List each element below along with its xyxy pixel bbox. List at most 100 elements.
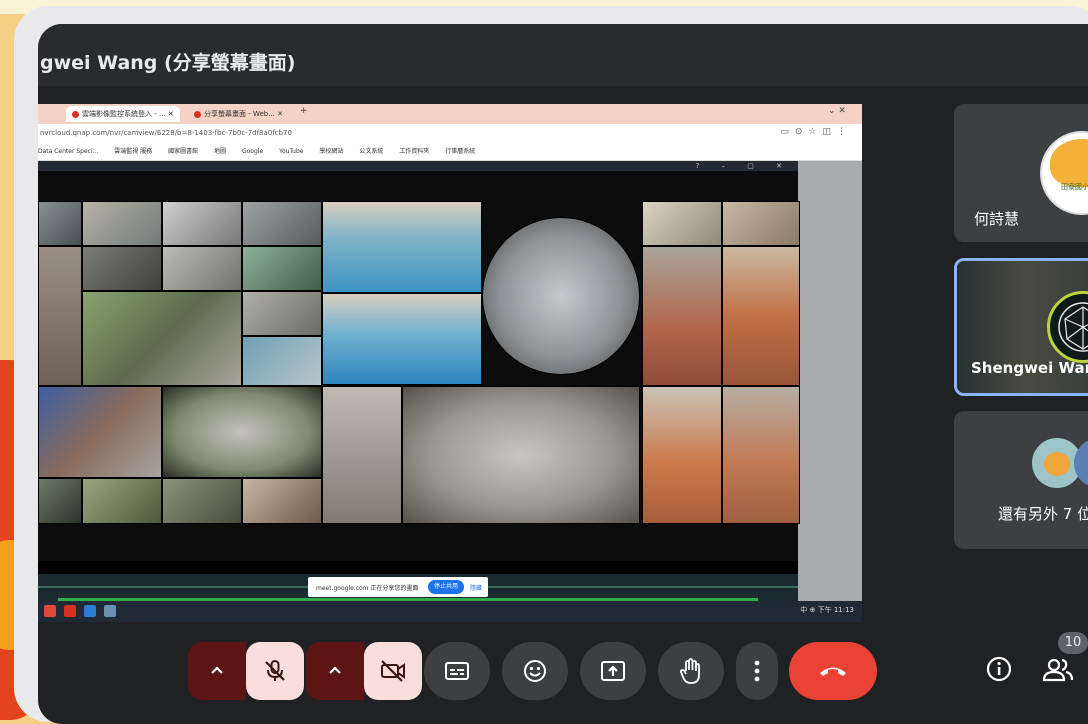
pdf-icon[interactable] <box>64 605 76 617</box>
window-controls[interactable]: ⌄ ✕ <box>828 106 846 116</box>
tab-favicon-icon <box>72 110 79 118</box>
browser-address-bar[interactable]: nvrcloud.qnap.com/nvr/camview/6228/b=8-1… <box>38 124 862 144</box>
more-participants-tile[interactable]: 還有另外 7 位 <box>954 411 1088 549</box>
hang-up-icon <box>820 667 846 676</box>
browser-side-area <box>798 161 862 601</box>
raise-hand-icon <box>680 658 700 684</box>
meeting-details-button[interactable] <box>984 654 1016 686</box>
school-logo-icon <box>1050 139 1088 187</box>
url-text: nvrcloud.qnap.com/nvr/camview/6228/b=8-1… <box>40 129 292 137</box>
camera-feed[interactable] <box>38 246 82 386</box>
participant-tile-presenting[interactable]: Shengwei Wang <box>954 258 1088 396</box>
browser-toolbar-icons[interactable]: ▭⊙☆◫⋮ <box>780 127 852 137</box>
screen-share-notification: meet.google.com 正在分享您的畫面 停止共用 隱藏 <box>308 577 488 597</box>
turn-on-camera-button[interactable] <box>364 642 422 700</box>
closed-captions-icon <box>445 662 469 680</box>
bookmark[interactable]: 雲端監視 服務 <box>114 148 152 155</box>
stop-sharing-button[interactable]: 停止共用 <box>428 580 464 594</box>
bookmark[interactable]: Data Center Speci... <box>38 148 98 155</box>
people-button[interactable] <box>1042 654 1074 686</box>
camera-feed[interactable] <box>642 201 722 246</box>
participant-avatar: 田寮國小附幼 <box>1040 131 1088 215</box>
system-tray[interactable]: 中 ⊕ 下午 11:13 <box>800 605 854 615</box>
audio-options-button[interactable] <box>188 642 246 700</box>
chevron-up-icon <box>329 666 341 674</box>
camera-feed[interactable] <box>322 293 482 385</box>
camera-feed[interactable] <box>162 246 242 291</box>
camera-feed[interactable] <box>642 246 722 386</box>
app-icon[interactable] <box>84 605 96 617</box>
bookmark[interactable]: 公文系統 <box>359 148 383 155</box>
camera-feed[interactable] <box>722 201 800 246</box>
hide-notification-link[interactable]: 隱藏 <box>470 583 482 592</box>
camera-feed[interactable] <box>242 201 322 246</box>
microphone-off-icon <box>265 660 285 681</box>
participant-name: Shengwei Wang <box>971 359 1088 377</box>
present-screen-icon <box>601 661 625 681</box>
camera-feed[interactable] <box>322 386 402 524</box>
camera-feed[interactable] <box>242 246 322 291</box>
new-tab-icon[interactable]: + <box>300 106 308 116</box>
bookmarks-bar: Data Center Speci... 雲端監視 服務 國家圖書館 地圖 Go… <box>38 144 862 161</box>
browser-tab-bar: 雲端影像監控系統登入 - ... ✕ 分享螢幕畫面 - Web... ✕ + ⌄… <box>38 104 862 124</box>
bookmark[interactable]: 學校網站 <box>319 148 343 155</box>
camera-feed[interactable] <box>242 478 322 524</box>
camera-feed[interactable] <box>82 246 162 291</box>
camera-off-icon <box>381 660 405 682</box>
camera-feed[interactable] <box>82 478 162 524</box>
share-notification-text: meet.google.com 正在分享您的畫面 <box>316 585 419 592</box>
present-screen-button[interactable] <box>580 642 646 700</box>
more-participants-label: 還有另外 7 位 <box>998 505 1088 523</box>
unmute-button[interactable] <box>246 642 304 700</box>
info-icon <box>986 656 1012 682</box>
participant-tile[interactable]: 田寮國小附幼 何詩慧 <box>954 104 1088 242</box>
bookmark[interactable]: 國家圖書館 <box>168 148 198 155</box>
meet-window: gwei Wang (分享螢幕畫面) 雲端影像監控系統登入 - ... ✕ 分享… <box>38 24 1088 724</box>
app-icon[interactable] <box>104 605 116 617</box>
captions-button[interactable] <box>424 642 490 700</box>
camera-feed[interactable] <box>242 291 322 336</box>
presenter-title: gwei Wang (分享螢幕畫面) <box>40 52 296 74</box>
camera-app-toolbar <box>38 161 798 171</box>
leave-call-button[interactable] <box>789 642 877 700</box>
more-vert-icon <box>754 660 760 682</box>
camera-feed[interactable] <box>722 386 800 524</box>
participant-avatar <box>1074 438 1088 488</box>
camera-feed[interactable] <box>322 201 482 293</box>
camera-feed-fisheye[interactable] <box>402 386 640 524</box>
camera-feed[interactable] <box>162 201 242 246</box>
camera-feed[interactable] <box>162 478 242 524</box>
more-options-button[interactable] <box>736 642 778 700</box>
participant-name: 何詩慧 <box>974 210 1020 228</box>
camera-feed[interactable] <box>38 478 82 524</box>
camera-feed[interactable] <box>82 291 242 386</box>
camera-feed[interactable] <box>642 386 722 524</box>
emoji-icon <box>524 660 546 682</box>
bookmark[interactable]: 地圖 <box>214 148 226 155</box>
app-icon[interactable] <box>44 605 56 617</box>
reactions-button[interactable] <box>502 642 568 700</box>
tablet-frame: gwei Wang (分享螢幕畫面) 雲端影像監控系統登入 - ... ✕ 分享… <box>14 6 1088 724</box>
camera-feed[interactable] <box>242 336 322 386</box>
people-icon <box>1042 658 1074 682</box>
camera-feed-fisheye[interactable] <box>482 217 640 375</box>
camera-feed[interactable] <box>722 246 800 386</box>
raise-hand-button[interactable] <box>658 642 724 700</box>
windows-taskbar: 中 ⊕ 下午 11:13 <box>38 601 862 622</box>
camera-feed[interactable] <box>38 386 162 478</box>
bookmark[interactable]: YouTube <box>279 148 303 155</box>
bookmark[interactable]: Google <box>242 148 263 155</box>
video-options-button[interactable] <box>306 642 364 700</box>
camera-feed-fisheye[interactable] <box>162 386 322 478</box>
microphone-control <box>188 642 304 700</box>
tab-favicon-icon <box>194 110 201 118</box>
avatar-image <box>1044 452 1070 476</box>
bookmark[interactable]: 行事曆系統 <box>445 148 475 155</box>
camera-feed[interactable] <box>82 201 162 246</box>
camera-app-window-controls[interactable]: ? – ▢ ✕ <box>696 162 792 170</box>
bookmark[interactable]: 工作資料夾 <box>399 148 429 155</box>
browser-tab[interactable]: 分享螢幕畫面 - Web... ✕ <box>188 106 289 122</box>
chevron-up-icon <box>211 666 223 674</box>
camera-feed[interactable] <box>38 201 82 246</box>
browser-tab[interactable]: 雲端影像監控系統登入 - ... ✕ <box>66 106 180 122</box>
